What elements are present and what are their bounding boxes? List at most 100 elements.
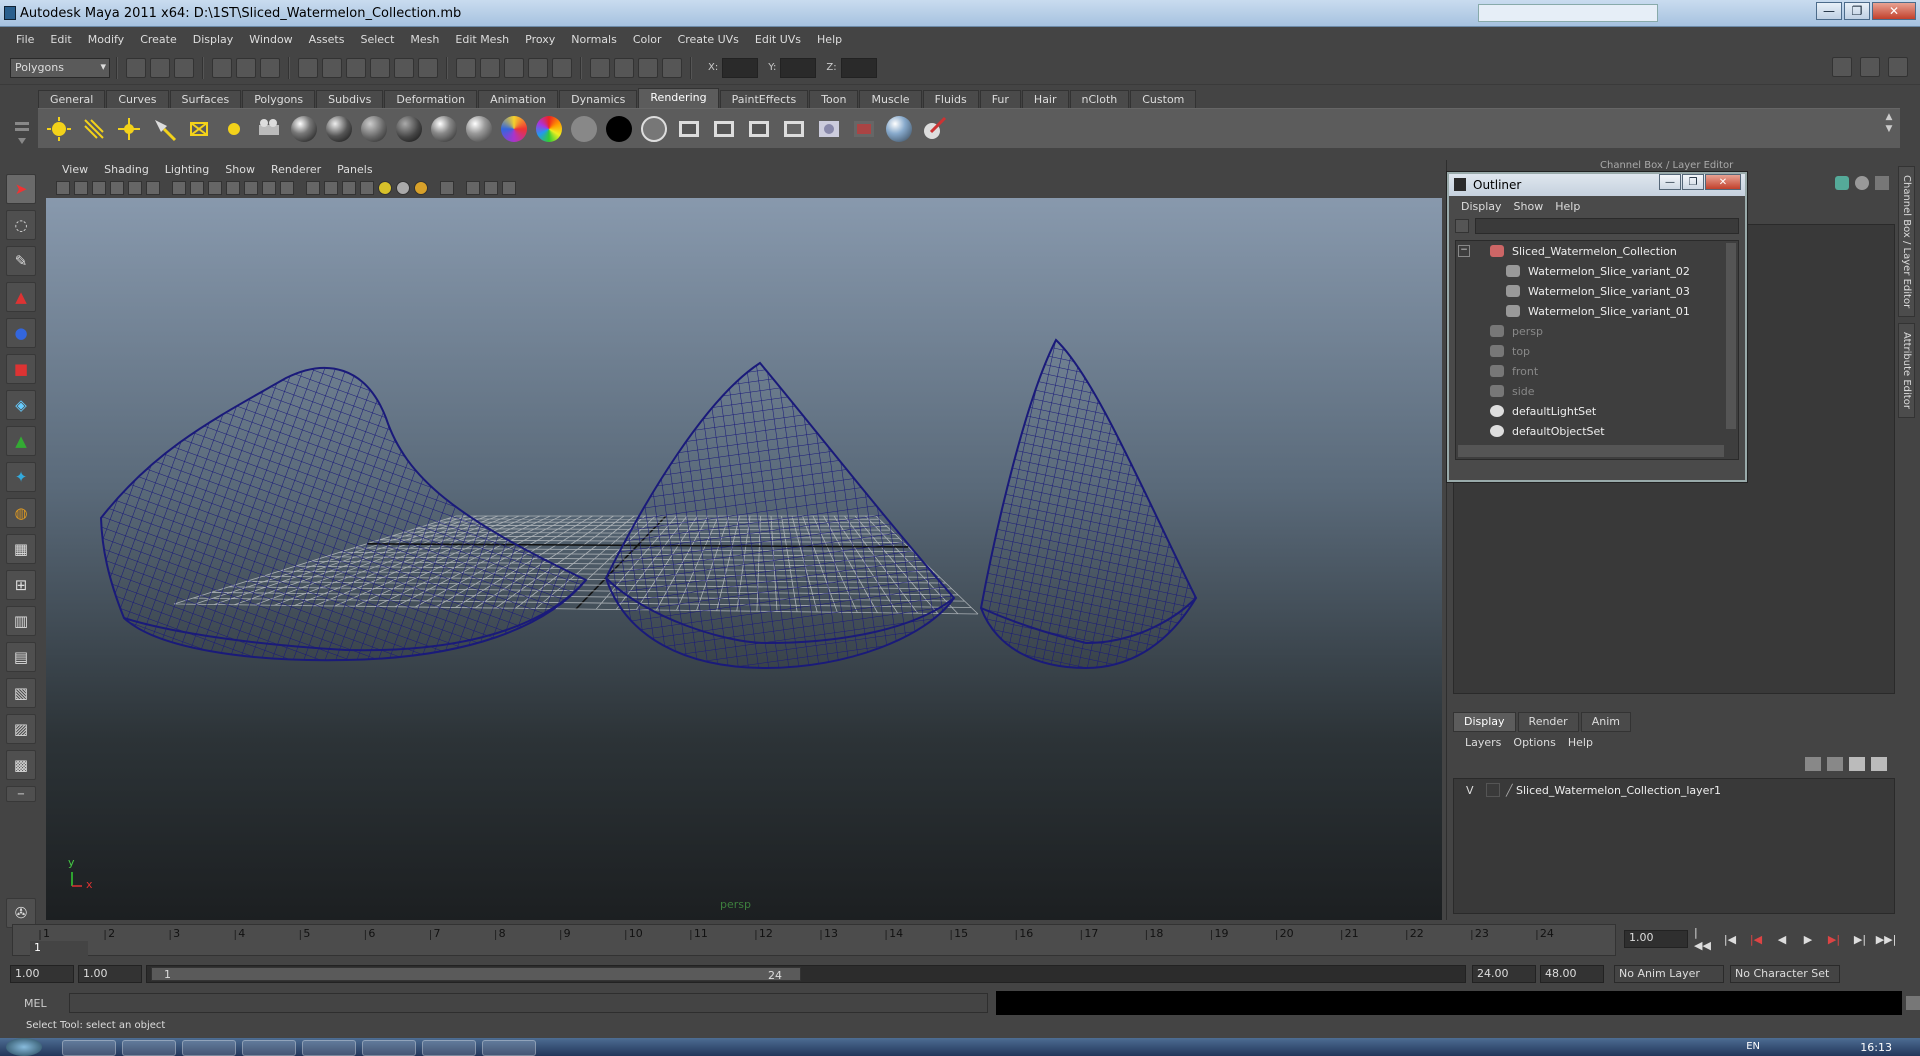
surface-shader-icon[interactable] bbox=[569, 114, 599, 144]
wireframe-on-shaded-icon[interactable] bbox=[360, 181, 374, 195]
shelf-tab-subdivs[interactable]: Subdivs bbox=[316, 90, 384, 108]
shelf-tab-polygons[interactable]: Polygons bbox=[242, 90, 316, 108]
isolate-select-icon[interactable] bbox=[466, 181, 480, 195]
step-back-key-icon[interactable]: |◀ bbox=[1720, 930, 1740, 948]
current-frame-input[interactable]: 1.00 bbox=[1624, 930, 1688, 948]
range-slider[interactable]: 1 24 bbox=[146, 965, 1466, 983]
outliner-item[interactable]: Watermelon_Slice_variant_02 bbox=[1490, 261, 1738, 281]
minimize-button[interactable]: — bbox=[1816, 2, 1842, 20]
2d-pan-zoom-icon[interactable] bbox=[128, 181, 142, 195]
show-channel-box-only-icon[interactable] bbox=[1835, 176, 1849, 190]
viewport-menu-view[interactable]: View bbox=[54, 163, 96, 176]
taskbar-maya-icon[interactable] bbox=[422, 1040, 476, 1056]
taskbar-app-icon[interactable] bbox=[122, 1040, 176, 1056]
show-manipulator-icon[interactable]: ✦ bbox=[6, 462, 36, 492]
shading-map-icon[interactable] bbox=[534, 114, 564, 144]
outliner-maximize-button[interactable]: ❐ bbox=[1682, 174, 1704, 190]
outliner-item[interactable]: top bbox=[1490, 341, 1738, 361]
toggle-panel-1-icon[interactable] bbox=[1832, 57, 1852, 77]
mel-label[interactable]: MEL bbox=[24, 997, 47, 1010]
menu-edit-mesh[interactable]: Edit Mesh bbox=[447, 33, 517, 46]
use-background-icon[interactable] bbox=[604, 114, 634, 144]
safe-action-icon[interactable] bbox=[262, 181, 276, 195]
render-frame-icon[interactable] bbox=[674, 114, 704, 144]
construction-history-icon[interactable] bbox=[456, 57, 476, 78]
shelf-tab-fur[interactable]: Fur bbox=[979, 90, 1021, 108]
show-both-icon[interactable] bbox=[1875, 176, 1889, 190]
move-layer-up-icon[interactable] bbox=[1805, 757, 1821, 771]
persp-outliner-layout-icon[interactable]: ▥ bbox=[6, 606, 36, 636]
layer-tab-anim[interactable]: Anim bbox=[1580, 712, 1631, 732]
taskbar-app-icon[interactable] bbox=[182, 1040, 236, 1056]
last-tool-icon[interactable]: ◍ bbox=[6, 498, 36, 528]
image-plane-icon[interactable] bbox=[110, 181, 124, 195]
menu-set-dropdown[interactable]: Polygons bbox=[10, 57, 110, 78]
shelf-tab-ncloth[interactable]: nCloth bbox=[1069, 90, 1130, 108]
lasso-tool-icon[interactable]: ◌ bbox=[6, 210, 36, 240]
help-query-icon[interactable] bbox=[418, 57, 438, 78]
layered-shader-icon[interactable] bbox=[394, 114, 424, 144]
maximize-button[interactable]: ❐ bbox=[1844, 2, 1870, 20]
ipr-render-icon[interactable] bbox=[504, 57, 524, 78]
manipulator-tool-icon[interactable]: ◈ bbox=[6, 390, 36, 420]
select-object-icon[interactable] bbox=[236, 57, 256, 78]
shadows-icon[interactable] bbox=[414, 181, 428, 195]
taskbar-explorer-icon[interactable] bbox=[482, 1040, 536, 1056]
area-light-icon[interactable] bbox=[184, 114, 214, 144]
go-to-end-icon[interactable]: ▶▶| bbox=[1876, 930, 1897, 948]
playback-start-field[interactable]: 1.00 bbox=[78, 965, 142, 983]
graph-editor-layout-icon[interactable]: ▩ bbox=[6, 750, 36, 780]
rotate-tool-icon[interactable]: ● bbox=[6, 318, 36, 348]
outliner-layout-icon[interactable]: ▨ bbox=[6, 714, 36, 744]
outliner-minimize-button[interactable]: — bbox=[1659, 174, 1681, 190]
scene-canvas[interactable] bbox=[46, 198, 1442, 920]
open-scene-icon[interactable] bbox=[150, 57, 170, 78]
outliner-menu-help[interactable]: Help bbox=[1549, 200, 1586, 213]
directional-light-icon[interactable] bbox=[79, 114, 109, 144]
menu-proxy[interactable]: Proxy bbox=[517, 33, 563, 46]
character-set-dropdown[interactable]: No Character Set bbox=[1730, 965, 1840, 983]
resolution-gate-icon[interactable] bbox=[208, 181, 222, 195]
outliner-menu-show[interactable]: Show bbox=[1508, 200, 1550, 213]
watermelon-slice-variant-02[interactable] bbox=[99, 366, 588, 662]
blinn-shader-icon[interactable] bbox=[324, 114, 354, 144]
move-layer-down-icon[interactable] bbox=[1827, 757, 1843, 771]
taskbar-app-icon[interactable] bbox=[302, 1040, 356, 1056]
shelf-tab-rendering[interactable]: Rendering bbox=[638, 88, 719, 108]
menu-select[interactable]: Select bbox=[352, 33, 402, 46]
render-current-frame-icon[interactable] bbox=[480, 57, 500, 78]
snap-surface-icon[interactable] bbox=[394, 57, 414, 78]
render-view-icon[interactable] bbox=[779, 114, 809, 144]
batch-render-icon[interactable] bbox=[744, 114, 774, 144]
animation-start-field[interactable]: 1.00 bbox=[10, 965, 74, 983]
safe-title-icon[interactable] bbox=[280, 181, 294, 195]
move-tool-icon[interactable]: ▲ bbox=[6, 282, 36, 312]
shelf-menu-icon[interactable] bbox=[12, 118, 32, 148]
shelf-tab-animation[interactable]: Animation bbox=[478, 90, 559, 108]
collapse-toggle-icon[interactable]: − bbox=[1458, 245, 1470, 257]
outliner-item[interactable]: persp bbox=[1490, 321, 1738, 341]
viewport-share-icon[interactable] bbox=[502, 181, 516, 195]
shelf-scroll-icon[interactable]: ▲ ▼ bbox=[1882, 111, 1896, 135]
single-view-layout-icon[interactable]: ▦ bbox=[6, 534, 36, 564]
hair-tube-shader-icon[interactable] bbox=[639, 114, 669, 144]
shelf-tab-custom[interactable]: Custom bbox=[1130, 90, 1197, 108]
layer-tab-render[interactable]: Render bbox=[1517, 712, 1579, 732]
new-scene-icon[interactable] bbox=[126, 57, 146, 78]
menu-color[interactable]: Color bbox=[625, 33, 670, 46]
outliner-horizontal-scrollbar[interactable] bbox=[1458, 445, 1724, 457]
bookmarks-icon[interactable] bbox=[92, 181, 106, 195]
film-gate-icon[interactable] bbox=[190, 181, 204, 195]
step-forward-frame-icon[interactable]: ▶| bbox=[1824, 930, 1844, 948]
phong-shader-icon[interactable] bbox=[429, 114, 459, 144]
range-slider-handle[interactable]: 1 24 bbox=[151, 967, 801, 982]
wireframe-shading-icon[interactable] bbox=[306, 181, 320, 195]
select-camera-icon[interactable] bbox=[56, 181, 70, 195]
viewport-menu-panels[interactable]: Panels bbox=[329, 163, 380, 176]
layer-color-icon[interactable]: ╱ bbox=[1506, 784, 1516, 797]
show-tool-settings-icon[interactable] bbox=[638, 57, 658, 78]
shelf-tab-painteffects[interactable]: PaintEffects bbox=[719, 90, 809, 108]
language-indicator[interactable]: EN bbox=[1746, 1041, 1760, 1052]
layer-type-toggle[interactable] bbox=[1486, 783, 1500, 797]
layout-more-icon[interactable]: − bbox=[6, 786, 36, 802]
